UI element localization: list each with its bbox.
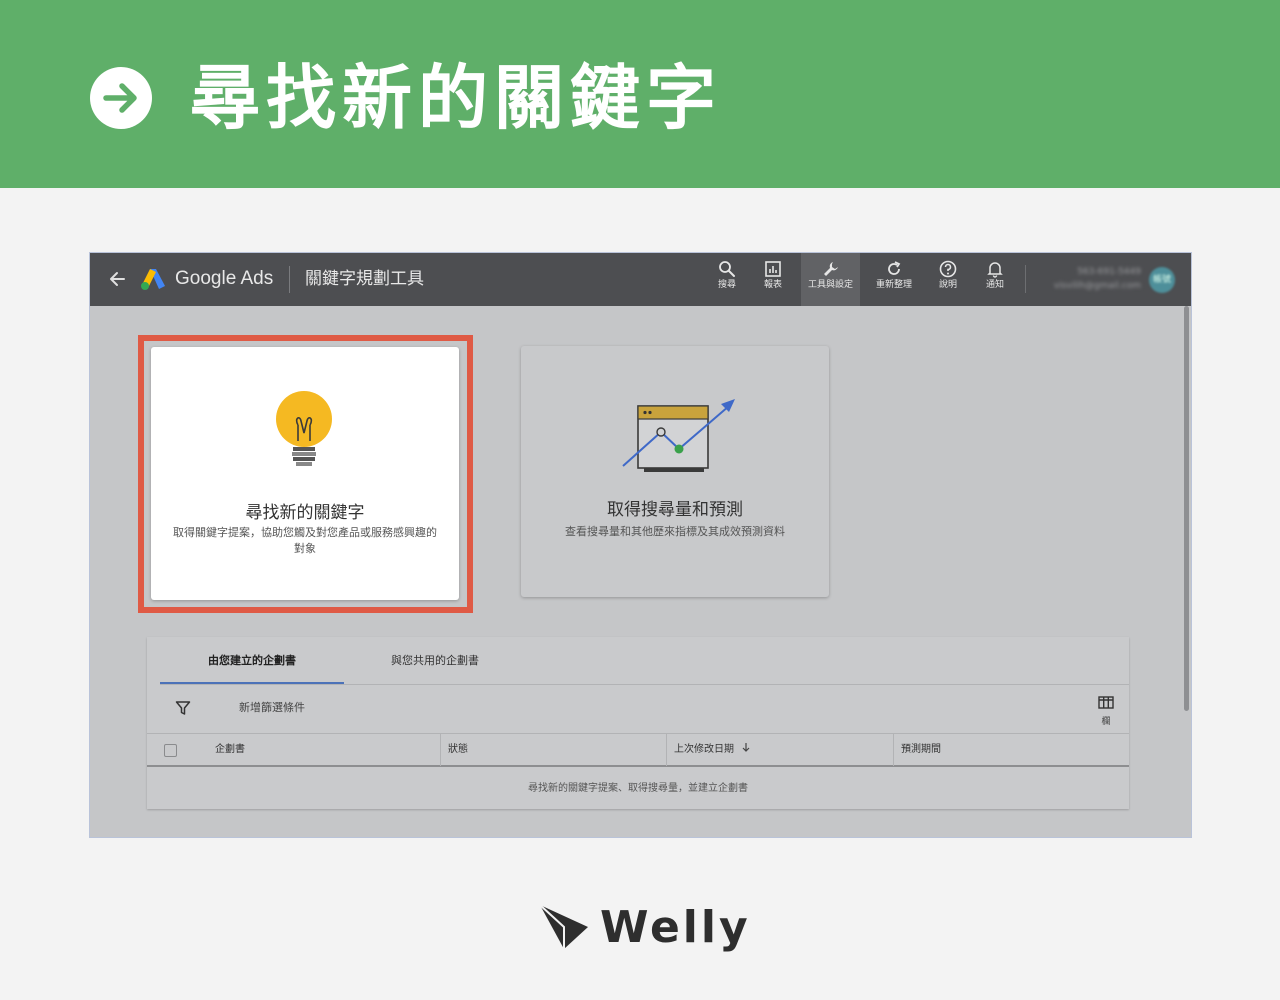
account-email: visvilih@gmail.com	[1053, 281, 1141, 291]
divider	[160, 684, 1129, 685]
banner-title: 尋找新的關鍵字	[190, 57, 722, 139]
table-header: 企劃書 狀態 上次修改日期 預測期間	[147, 733, 1129, 767]
nav-report-button[interactable]: 報表	[752, 253, 794, 306]
welly-logo: Welly	[538, 898, 748, 958]
page-title: 關鍵字規劃工具	[305, 269, 424, 289]
nav-label: 工具與設定	[807, 280, 853, 290]
wrench-icon	[823, 262, 838, 276]
columns-button[interactable]: 欄	[1095, 694, 1117, 728]
divider	[440, 734, 441, 766]
header-forecast-period[interactable]: 預測期間	[901, 734, 941, 766]
arrow-down-icon	[742, 743, 750, 752]
header-last-modified[interactable]: 上次修改日期	[674, 734, 751, 766]
nav-label: 搜尋	[717, 280, 736, 290]
scrollbar[interactable]	[1184, 306, 1189, 711]
divider	[1025, 265, 1026, 293]
header-banner: 尋找新的關鍵字	[0, 0, 1280, 188]
help-icon	[939, 260, 957, 278]
card-description: 查看搜尋量和其他歷來指標及其成效預測資料	[565, 525, 785, 538]
top-app-bar: Google Ads 關鍵字規劃工具 搜尋 報表 工具與設定 重新整理 說明 通…	[90, 253, 1191, 306]
header-last-modified-label: 上次修改日期	[674, 744, 734, 755]
nav-search-button[interactable]: 搜尋	[706, 253, 748, 306]
nav-label: 報表	[763, 280, 782, 290]
google-ads-brand: Google Ads	[175, 268, 274, 289]
columns-label: 欄	[1101, 717, 1111, 727]
plans-panel: 由您建立的企劃書 與您共用的企劃書 新增篩選條件 欄 企劃書 狀態 上次修改日期…	[147, 637, 1129, 809]
tab-shared-plans[interactable]: 與您共用的企劃書	[359, 637, 511, 684]
card-title: 取得搜尋量和預測	[607, 500, 743, 520]
account-id: 563-691-5449	[1077, 267, 1141, 277]
nav-refresh-button[interactable]: 重新整理	[871, 253, 917, 306]
filter-icon[interactable]	[175, 700, 191, 720]
header-status[interactable]: 狀態	[448, 734, 468, 766]
columns-icon	[1098, 696, 1114, 709]
account-info[interactable]: 563-691-5449 visvilih@gmail.com	[1037, 265, 1141, 293]
arrow-right-circle-icon	[90, 67, 152, 129]
header-plan[interactable]: 企劃書	[215, 734, 245, 766]
nav-notifications-button[interactable]: 通知	[975, 253, 1015, 306]
brand-wordmark: Welly	[600, 902, 751, 953]
nav-label: 通知	[985, 280, 1004, 290]
card-description: 取得關鍵字提案，協助您觸及對您產品或服務感興趣的對象	[173, 526, 437, 555]
google-ads-screenshot: Google Ads 關鍵字規劃工具 搜尋 報表 工具與設定 重新整理 說明 通…	[89, 252, 1192, 838]
find-keywords-card[interactable]: 尋找新的關鍵字 取得關鍵字提案，協助您觸及對您產品或服務感興趣的對象	[151, 347, 459, 600]
search-icon	[719, 261, 735, 277]
trend-chart-icon	[621, 396, 741, 480]
nav-label: 說明	[938, 280, 957, 290]
search-volume-forecast-card[interactable]: 取得搜尋量和預測 查看搜尋量和其他歷來指標及其成效預測資料	[521, 346, 829, 597]
report-icon	[765, 261, 781, 277]
tab-my-plans[interactable]: 由您建立的企劃書	[160, 637, 344, 684]
paper-plane-icon	[538, 903, 590, 955]
google-ads-logo-icon	[140, 267, 166, 291]
nav-tools-button[interactable]: 工具與設定	[801, 253, 860, 306]
card-title: 尋找新的關鍵字	[245, 503, 365, 523]
select-all-checkbox[interactable]	[164, 744, 177, 757]
refresh-icon	[888, 261, 901, 275]
empty-state-message: 尋找新的關鍵字提案、取得搜尋量，並建立企劃書	[528, 783, 748, 794]
lightbulb-icon	[274, 391, 334, 475]
divider	[289, 266, 290, 293]
divider	[893, 734, 894, 766]
arrow-back-icon[interactable]	[106, 267, 128, 291]
divider	[666, 734, 667, 766]
add-filter-button[interactable]: 新增篩選條件	[239, 701, 305, 715]
nav-help-button[interactable]: 說明	[928, 253, 968, 306]
avatar[interactable]: 帳號	[1149, 267, 1175, 293]
bell-icon	[987, 262, 1003, 278]
nav-label: 重新整理	[875, 280, 912, 290]
